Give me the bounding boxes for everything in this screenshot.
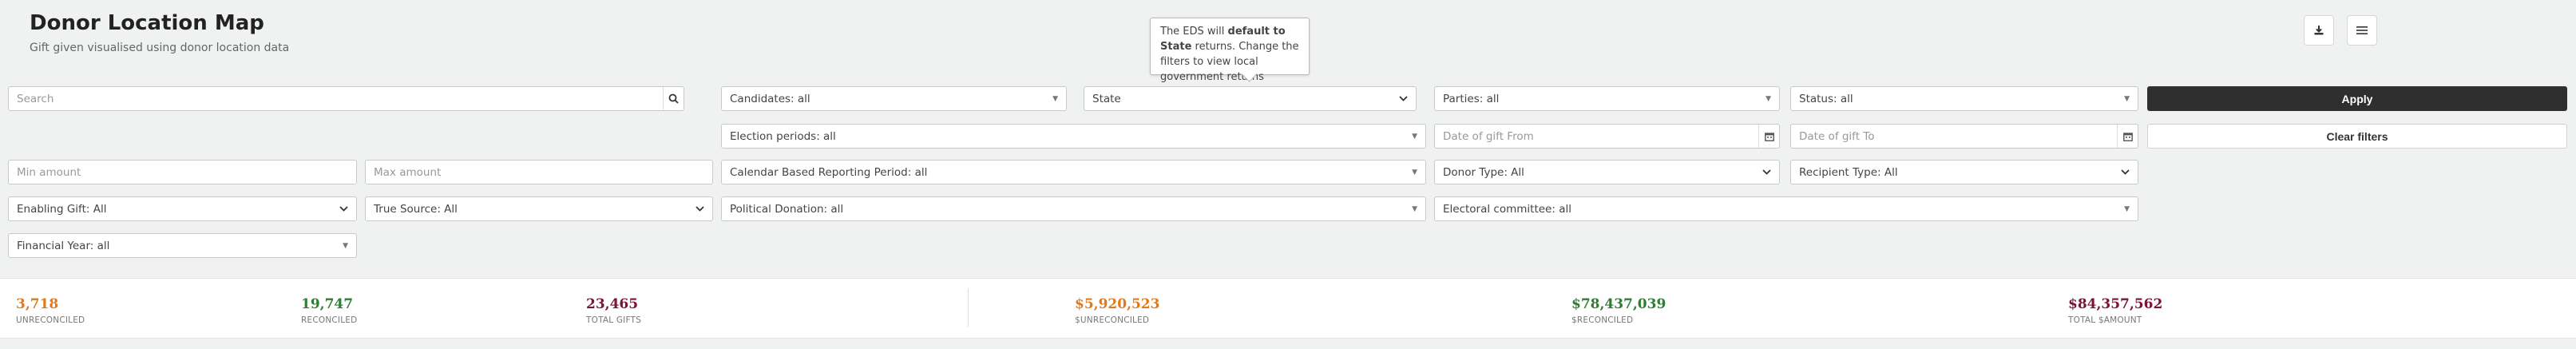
stat-unreconciled-amount: $5,920,523 $UNRECONCILED — [1075, 296, 1159, 325]
date-to-calendar-button[interactable] — [2117, 125, 2138, 148]
search-input[interactable]: Search — [8, 86, 684, 111]
candidates-select[interactable]: Candidates: all ▼ — [721, 86, 1067, 111]
search-placeholder: Search — [17, 92, 54, 105]
parties-value: Parties: all — [1443, 92, 1500, 105]
stats-divider — [968, 288, 969, 327]
recipient-type-select[interactable]: Recipient Type: All — [1790, 160, 2138, 184]
caret-down-icon: ▼ — [1052, 94, 1058, 103]
electoral-committee-select[interactable]: Electoral committee: all ▼ — [1434, 196, 2138, 221]
true-source-select[interactable]: True Source: All — [365, 196, 713, 221]
enabling-gift-value: Enabling Gift: All — [17, 202, 107, 216]
date-to-placeholder: Date of gift To — [1799, 129, 1875, 143]
date-from-input[interactable]: Date of gift From — [1434, 124, 1780, 149]
stat-label: TOTAL $AMOUNT — [2068, 315, 2142, 325]
apply-button[interactable]: Apply — [2147, 86, 2567, 111]
list-settings-button[interactable] — [2347, 15, 2377, 46]
financial-year-value: Financial Year: all — [17, 239, 110, 252]
stat-value: $5,920,523 — [1075, 296, 1160, 312]
caret-down-icon: ▼ — [1766, 94, 1771, 103]
recipient-type-value: Recipient Type: All — [1799, 165, 1898, 179]
stat-reconciled-amount: $78,437,039 $RECONCILED — [1571, 296, 1666, 325]
parties-select[interactable]: Parties: all ▼ — [1434, 86, 1780, 111]
caret-down-icon: ▼ — [1412, 168, 1417, 176]
financial-year-select[interactable]: Financial Year: all ▼ — [8, 233, 357, 258]
stat-label: $RECONCILED — [1571, 315, 1634, 325]
true-source-value: True Source: All — [374, 202, 458, 216]
date-from-calendar-button[interactable] — [1758, 125, 1779, 148]
download-button[interactable] — [2304, 15, 2334, 46]
political-donation-value: Political Donation: all — [730, 202, 844, 216]
stat-label: TOTAL GIFTS — [586, 315, 642, 325]
status-value: Status: all — [1799, 92, 1853, 105]
max-amount-input[interactable]: Max amount — [365, 160, 713, 184]
caret-down-icon: ▼ — [1412, 204, 1417, 213]
stat-label: RECONCILED — [301, 315, 358, 325]
download-icon — [2314, 26, 2324, 35]
summary-stats-bar: 3,718 UNRECONCILED 19,747 RECONCILED 23,… — [0, 278, 2576, 339]
election-periods-select[interactable]: Election periods: all ▼ — [721, 124, 1426, 149]
list-settings-icon — [2356, 26, 2368, 34]
calendar-icon — [1764, 132, 1774, 141]
stat-value: $78,437,039 — [1571, 296, 1666, 312]
stat-label: $UNRECONCILED — [1075, 315, 1150, 325]
reporting-period-select[interactable]: Calendar Based Reporting Period: all ▼ — [721, 160, 1426, 184]
min-amount-input[interactable]: Min amount — [8, 160, 357, 184]
status-select[interactable]: Status: all ▼ — [1790, 86, 2138, 111]
chevron-down-icon — [696, 206, 704, 212]
date-to-input[interactable]: Date of gift To — [1790, 124, 2138, 149]
political-donation-select[interactable]: Political Donation: all ▼ — [721, 196, 1426, 221]
state-default-tooltip: The EDS will default to State returns. C… — [1150, 18, 1310, 83]
stat-value: $84,357,562 — [2068, 296, 2163, 312]
stat-unreconciled: 3,718 UNRECONCILED — [16, 296, 85, 325]
donor-type-value: Donor Type: All — [1443, 165, 1524, 179]
search-button[interactable] — [663, 87, 684, 110]
level-select[interactable]: State — [1084, 86, 1417, 111]
chevron-down-icon — [339, 206, 348, 212]
max-amount-placeholder: Max amount — [374, 165, 442, 179]
page-title: Donor Location Map — [30, 11, 264, 35]
page-subtitle: Gift given visualised using donor locati… — [30, 42, 290, 54]
min-amount-placeholder: Min amount — [17, 165, 81, 179]
candidates-value: Candidates: all — [730, 92, 810, 105]
search-icon — [668, 93, 679, 104]
stat-total-gifts: 23,465 TOTAL GIFTS — [586, 296, 641, 325]
stat-value: 3,718 — [16, 296, 59, 312]
tooltip-text-pre: The EDS will — [1160, 26, 1228, 38]
caret-down-icon: ▼ — [2124, 94, 2130, 103]
date-from-placeholder: Date of gift From — [1443, 129, 1534, 143]
stat-value: 23,465 — [586, 296, 639, 312]
stat-value: 19,747 — [301, 296, 354, 312]
chevron-down-icon — [2121, 169, 2130, 175]
clear-filters-button[interactable]: Clear filters — [2147, 124, 2567, 149]
level-value: State — [1092, 92, 1121, 105]
stat-label: UNRECONCILED — [16, 315, 85, 325]
caret-down-icon: ▼ — [2124, 204, 2130, 213]
chevron-down-icon — [1399, 96, 1408, 101]
electoral-committee-value: Electoral committee: all — [1443, 202, 1571, 216]
calendar-icon — [2122, 132, 2133, 141]
caret-down-icon: ▼ — [343, 241, 348, 250]
donor-type-select[interactable]: Donor Type: All — [1434, 160, 1780, 184]
stat-reconciled: 19,747 RECONCILED — [301, 296, 357, 325]
reporting-period-value: Calendar Based Reporting Period: all — [730, 165, 928, 179]
enabling-gift-select[interactable]: Enabling Gift: All — [8, 196, 357, 221]
election-periods-value: Election periods: all — [730, 129, 836, 143]
chevron-down-icon — [1762, 169, 1771, 175]
caret-down-icon: ▼ — [1412, 132, 1417, 141]
stat-total-amount: $84,357,562 TOTAL $AMOUNT — [2068, 296, 2162, 325]
